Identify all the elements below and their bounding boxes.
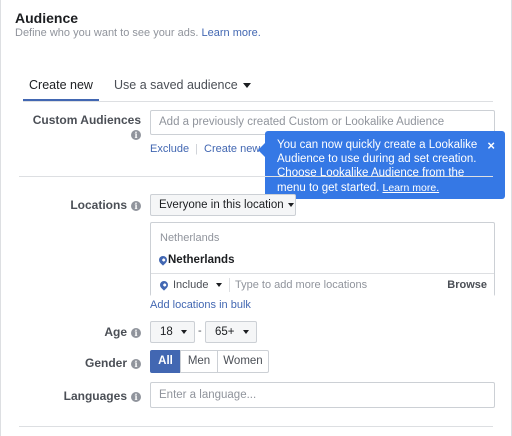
age-min-dropdown[interactable]: 18 xyxy=(150,321,195,343)
info-icon[interactable]: i xyxy=(131,130,141,140)
location-country-heading: Netherlands xyxy=(160,232,220,244)
tab-saved-audience-label: Use a saved audience xyxy=(114,78,238,92)
section-title: Audience xyxy=(15,10,79,26)
subtitle-text: Define who you want to see your ads. xyxy=(15,27,199,39)
location-type-dropdown[interactable]: Everyone in this location xyxy=(150,194,296,216)
section-divider xyxy=(19,176,493,177)
age-min-value: 18 xyxy=(160,326,173,338)
location-box: Netherlands Netherlands Include Type to … xyxy=(150,222,495,296)
languages-label-text: Languages xyxy=(63,389,127,403)
custom-audience-actions: Exclude | Create new xyxy=(150,143,271,155)
tooltip-text: You can now quickly create a Lookalike A… xyxy=(277,139,478,194)
tab-use-saved-audience[interactable]: Use a saved audience xyxy=(114,70,251,101)
locations-label: Locations i xyxy=(21,198,141,212)
caret-down-icon xyxy=(242,329,249,334)
create-new-label: Create new xyxy=(204,143,261,155)
info-icon[interactable]: i xyxy=(131,359,141,369)
age-max-dropdown[interactable]: 65+ xyxy=(205,321,257,343)
audience-panel: Audience Define who you want to see your… xyxy=(0,0,512,436)
gender-label-text: Gender xyxy=(84,356,127,370)
lookalike-tooltip: You can now quickly create a Lookalike A… xyxy=(258,131,505,199)
link-separator: | xyxy=(195,143,198,155)
location-pin-icon xyxy=(158,279,170,291)
caret-down-icon xyxy=(242,83,251,89)
tab-create-new[interactable]: Create new xyxy=(23,70,99,101)
age-max-value: 65+ xyxy=(215,326,235,338)
location-pin-icon xyxy=(157,254,169,266)
location-type-label: Everyone in this location xyxy=(159,199,284,211)
add-locations-bulk-link[interactable]: Add locations in bulk xyxy=(150,299,251,311)
languages-label: Languages i xyxy=(21,389,141,403)
tooltip-arrow xyxy=(258,143,265,157)
info-icon[interactable]: i xyxy=(131,392,141,402)
section-subtitle: Define who you want to see your ads. Lea… xyxy=(15,27,261,39)
gender-label: Gender i xyxy=(21,356,141,370)
close-icon[interactable]: × xyxy=(487,138,495,153)
include-dropdown[interactable]: Include xyxy=(173,279,223,291)
caret-down-icon xyxy=(216,283,223,288)
age-label-text: Age xyxy=(104,325,127,339)
location-add-bar: Include Type to add more locations Brows… xyxy=(151,273,494,296)
gender-women-button[interactable]: Women xyxy=(217,350,269,373)
locations-label-text: Locations xyxy=(70,198,127,212)
learn-more-link[interactable]: Learn more. xyxy=(202,27,261,39)
info-icon[interactable]: i xyxy=(131,328,141,338)
tooltip-learn-more-link[interactable]: Learn more. xyxy=(383,182,440,194)
caret-down-icon xyxy=(287,202,294,207)
audience-tabs: Create new Use a saved audience xyxy=(23,70,493,102)
age-range-separator: - xyxy=(198,325,202,337)
age-label: Age i xyxy=(21,325,141,339)
bar-divider xyxy=(229,278,230,292)
language-input[interactable]: Enter a language... xyxy=(150,382,495,408)
exclude-link[interactable]: Exclude xyxy=(150,143,189,155)
gender-men-button[interactable]: Men xyxy=(180,350,218,373)
include-label: Include xyxy=(173,279,209,291)
custom-audiences-label-text: Custom Audiences xyxy=(32,113,141,127)
custom-audiences-label: Custom Audiences i xyxy=(21,113,141,141)
gender-all-button[interactable]: All xyxy=(150,350,181,373)
info-icon[interactable]: i xyxy=(131,201,141,211)
caret-down-icon xyxy=(180,329,187,334)
location-search-input[interactable]: Type to add more locations xyxy=(235,279,367,291)
browse-button[interactable]: Browse xyxy=(447,279,487,291)
location-item-netherlands[interactable]: Netherlands xyxy=(168,254,234,266)
section-divider-bottom xyxy=(19,426,493,427)
